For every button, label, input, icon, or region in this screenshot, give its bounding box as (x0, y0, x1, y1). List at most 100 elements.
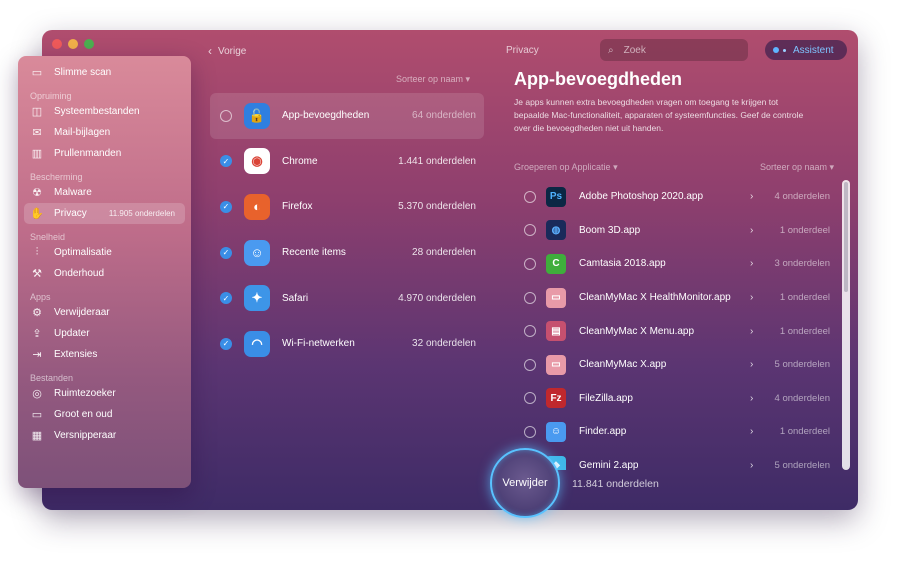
back-button[interactable]: ‹ Vorige (208, 44, 246, 58)
sidebar-item-label: Groot en oud (54, 409, 113, 420)
minimize-window-button[interactable] (68, 39, 78, 49)
category-row[interactable]: 🔓 App-bevoegdheden 64 onderdelen (210, 93, 484, 139)
trash-icon: ▥ (31, 148, 43, 160)
sidebar-item-uninstaller[interactable]: ⚙ Verwijderaar (18, 302, 191, 323)
sidebar-item-space-lens[interactable]: ◎ Ruimtezoeker (18, 383, 191, 404)
checkbox[interactable]: ✓ (220, 337, 232, 350)
assistant-button[interactable]: Assistent (765, 40, 847, 60)
remove-total-count: 11.841 onderdelen (572, 478, 659, 490)
sidebar: ▭ Slimme scan Opruiming ◫ Systeembestande… (18, 56, 191, 488)
remove-button[interactable]: Verwijder (490, 448, 560, 518)
app-count: 1 onderdeel (779, 325, 830, 337)
app-row[interactable]: C Camtasia 2018.app › 3 onderdelen (514, 247, 840, 281)
remove-label: Verwijder (502, 477, 548, 489)
sidebar-item-large-old[interactable]: ▭ Groot en oud (18, 404, 191, 425)
app-row[interactable]: Ps Adobe Photoshop 2020.app › 4 onderdelen (514, 180, 840, 214)
sidebar-item-system-files[interactable]: ◫ Systeembestanden (18, 101, 191, 122)
checkbox[interactable] (524, 325, 536, 338)
detail-sort-dropdown[interactable]: Sorteer op naam ▾ (760, 162, 834, 173)
zoom-window-button[interactable] (84, 39, 94, 49)
category-count: 5.370 onderdelen (398, 201, 476, 213)
sidebar-item-shredder[interactable]: ▦ Versnipperaar (18, 425, 191, 446)
app-row[interactable]: ☺ Finder.app › 1 onderdeel (514, 415, 840, 449)
scrollbar-thumb[interactable] (844, 182, 848, 292)
sidebar-item-updater[interactable]: ⇪ Updater (18, 323, 191, 344)
sidebar-item-malware[interactable]: ☢ Malware (18, 182, 191, 203)
app-row[interactable]: ▭ CleanMyMac X.app › 5 onderdelen (514, 348, 840, 382)
sidebar-item-maintenance[interactable]: ⚒ Onderhoud (18, 263, 191, 284)
category-count: 32 onderdelen (412, 338, 476, 350)
category-label: Chrome (282, 155, 318, 167)
finder-icon: ☺ (546, 421, 566, 442)
sidebar-item-optimization[interactable]: ⫶ Optimalisatie (18, 242, 191, 263)
sidebar-item-label: Optimalisatie (54, 247, 112, 258)
sidebar-item-label: Mail-bijlagen (54, 127, 111, 138)
search-placeholder: Zoek (623, 44, 646, 56)
sidebar-item-extensions[interactable]: ⇥ Extensies (18, 344, 191, 365)
app-count: 5 onderdelen (774, 359, 830, 371)
app-label: Gemini 2.app (579, 460, 639, 470)
checkbox[interactable] (524, 190, 536, 203)
close-window-button[interactable] (52, 39, 62, 49)
app-label: CleanMyMac X Menu.app (579, 325, 695, 337)
checkbox[interactable] (524, 224, 536, 237)
app-row[interactable]: Fz FileZilla.app › 4 onderdelen (514, 382, 840, 416)
search-icon: ⌕ (608, 44, 614, 56)
checkbox[interactable] (524, 358, 536, 371)
sidebar-item-privacy[interactable]: ✋ Privacy 11.905 onderdelen (24, 203, 185, 224)
sidebar-item-mail-attachments[interactable]: ✉ Mail-bijlagen (18, 122, 191, 143)
category-row[interactable]: ✓ ☺ Recente items 28 onderdelen (210, 230, 484, 276)
checkbox[interactable]: ✓ (220, 200, 232, 213)
sidebar-section-title: Apps (30, 292, 51, 302)
category-label: Safari (282, 292, 309, 304)
checkbox[interactable]: ✓ (220, 246, 232, 259)
sidebar-section-title: Opruiming (30, 91, 72, 101)
checkbox[interactable] (220, 109, 232, 122)
middle-sort-dropdown[interactable]: Sorteer op naam ▾ (396, 74, 470, 85)
app-count: 5 onderdelen (774, 460, 830, 470)
wifi-icon: ◠ (244, 330, 270, 357)
sidebar-item-smart-scan[interactable]: ▭ Slimme scan (18, 62, 191, 83)
biohazard-icon: ☢ (32, 187, 42, 199)
sidebar-item-label: Malware (54, 187, 92, 198)
sidebar-item-label: Slimme scan (54, 67, 112, 78)
chevron-right-icon[interactable]: › (750, 426, 753, 437)
checkbox[interactable] (524, 257, 536, 270)
checkbox[interactable]: ✓ (220, 155, 232, 168)
mail-icon: ✉ (32, 127, 42, 139)
chevron-right-icon[interactable]: › (750, 460, 753, 470)
checkbox[interactable] (524, 392, 536, 405)
chevron-right-icon[interactable]: › (750, 326, 753, 337)
app-row[interactable]: ◆ Gemini 2.app › 5 onderdelen (514, 449, 840, 470)
chevron-right-icon[interactable]: › (750, 258, 753, 269)
chevron-right-icon[interactable]: › (750, 225, 753, 236)
chevron-right-icon[interactable]: › (750, 191, 753, 202)
page-crumb: Privacy (506, 45, 539, 56)
chevron-right-icon[interactable]: › (750, 292, 753, 303)
sidebar-item-trash-bins[interactable]: ▥ Prullenmanden (18, 143, 191, 164)
scan-icon: ▭ (31, 67, 43, 79)
sidebar-item-label: Extensies (54, 349, 98, 360)
chevron-right-icon[interactable]: › (750, 393, 753, 404)
group-by-dropdown[interactable]: Groeperen op Applicatie ▾ (514, 162, 618, 173)
app-count: 1 onderdeel (779, 426, 830, 438)
category-count: 4.970 onderdelen (398, 292, 476, 304)
checkbox[interactable] (524, 291, 536, 304)
privacy-category-list: 🔓 App-bevoegdheden 64 onderdelen ✓ ◉ Chrome 1.… (210, 93, 484, 367)
app-row[interactable]: ◍ Boom 3D.app › 1 onderdeel (514, 214, 840, 248)
app-row[interactable]: ▭ CleanMyMac X HealthMonitor.app › 1 onderd… (514, 281, 840, 315)
category-row[interactable]: ✓ ◐ Firefox 5.370 onderdelen (210, 184, 484, 230)
app-row[interactable]: ▤ CleanMyMac X Menu.app › 1 onderdeel (514, 314, 840, 348)
category-row[interactable]: ✓ ◠ Wi-Fi-netwerken 32 onderdelen (210, 321, 484, 367)
firefox-icon: ◐ (244, 193, 270, 220)
category-row[interactable]: ✓ ✦ Safari 4.970 onderdelen (210, 275, 484, 321)
sidebar-item-label: Prullenmanden (54, 148, 122, 159)
detail-description: Je apps kunnen extra bevoegdheden vragen… (514, 97, 804, 133)
chevron-right-icon[interactable]: › (750, 359, 753, 370)
search-input[interactable]: ⌕ Zoek (600, 39, 748, 61)
category-row[interactable]: ✓ ◉ Chrome 1.441 onderdelen (210, 139, 484, 185)
checkbox[interactable]: ✓ (220, 292, 232, 305)
sidebar-item-label: Privacy (54, 208, 87, 219)
checkbox[interactable] (524, 425, 536, 438)
cleanmymac-icon: ▭ (546, 354, 566, 375)
